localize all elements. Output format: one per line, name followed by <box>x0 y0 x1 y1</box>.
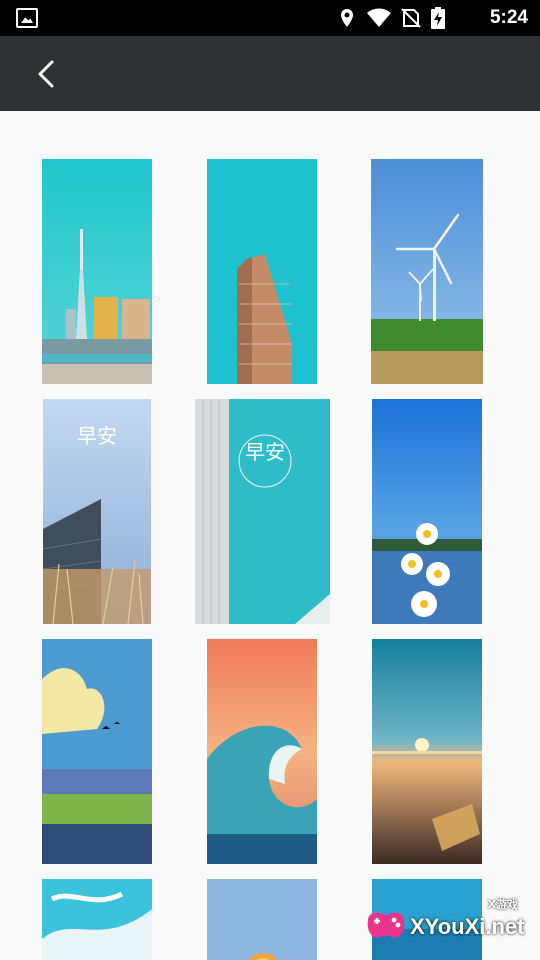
wallpaper-tile[interactable] <box>372 639 482 864</box>
wallpaper-caption: 早安 <box>77 424 117 448</box>
location-icon <box>341 9 353 27</box>
watermark-text: XYouXi.net <box>410 914 525 939</box>
image-notification-icon <box>16 8 38 28</box>
site-watermark: X游戏 XYouXi.net <box>362 896 532 952</box>
gamepad-logo-icon <box>367 912 405 938</box>
toolbar <box>0 36 540 111</box>
wallpaper-tile[interactable] <box>42 879 152 960</box>
wallpaper-tile[interactable] <box>42 159 152 384</box>
wallpaper-tile[interactable] <box>207 639 317 864</box>
status-icons <box>337 6 445 30</box>
wallpaper-tile[interactable]: 早安 <box>43 399 151 624</box>
wallpaper-grid: 早安 早安 <box>0 111 540 960</box>
wallpaper-tile[interactable] <box>371 159 483 384</box>
chevron-left-icon[interactable] <box>26 54 66 94</box>
wallpaper-tile[interactable] <box>207 159 317 384</box>
wallpaper-tile[interactable] <box>372 399 482 624</box>
battery-charging-icon <box>431 7 445 29</box>
clock: 5:24 <box>489 7 528 28</box>
wallpaper-tile[interactable] <box>42 639 152 864</box>
wallpaper-caption: 早安 <box>245 440 285 464</box>
wallpaper-tile[interactable]: 早安 <box>195 399 330 624</box>
status-bar: 5:24 <box>0 0 540 36</box>
no-sim-icon <box>401 8 421 28</box>
watermark-small-text: X游戏 <box>487 898 518 911</box>
wallpaper-tile[interactable] <box>207 879 317 960</box>
wifi-icon <box>367 8 391 27</box>
